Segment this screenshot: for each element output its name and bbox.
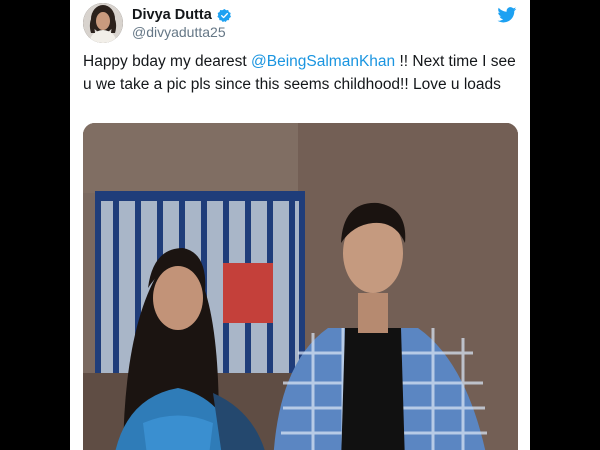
author-name-row: Divya Dutta [132,6,232,24]
tweet-text: Happy bday my dearest @BeingSalmanKhan !… [83,50,523,96]
twitter-bird-icon[interactable] [497,7,517,23]
mention-link[interactable]: @BeingSalmanKhan [251,53,395,70]
tweet-card: Divya Dutta @divyadutta25 Happy bday my … [70,0,530,450]
author-display-name[interactable]: Divya Dutta [132,6,212,24]
tweet-photo[interactable] [83,123,518,450]
author-handle[interactable]: @divyadutta25 [132,24,226,41]
screenshot-frame: Divya Dutta @divyadutta25 Happy bday my … [0,0,600,450]
tweet-text-prefix: Happy bday my dearest [83,53,252,70]
verified-badge-icon [217,8,232,23]
avatar[interactable] [83,3,123,43]
